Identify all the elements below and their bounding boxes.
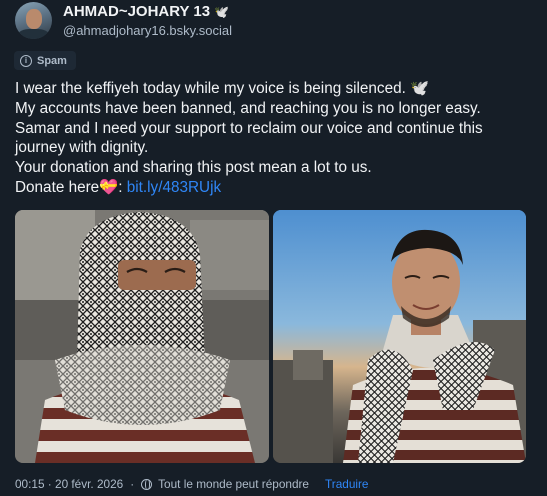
avatar-face [26, 9, 42, 29]
heart-gift-emoji-icon: 💝 [99, 178, 119, 196]
keffiyeh-portrait-image [15, 210, 269, 463]
post-image-keffiyeh[interactable] [15, 210, 269, 463]
display-name-text[interactable]: AHMAD~JOHARY 13 [63, 3, 210, 20]
smiling-portrait-image [273, 210, 526, 463]
translate-link[interactable]: Traduire [325, 477, 369, 491]
post-line: journey with dignity. [15, 139, 149, 157]
post-image-portrait[interactable] [273, 210, 526, 463]
donate-separator: : [118, 178, 123, 196]
info-icon: i [20, 54, 32, 67]
donate-prefix: Donate here [15, 178, 100, 196]
avatar-shirt [18, 29, 49, 39]
post-footer: 00:15 · 20 févr. 2026 · Tout le monde pe… [15, 476, 369, 492]
content-label-badge[interactable]: i Spam [14, 51, 76, 70]
post-line: Samar and I need your support to reclaim… [15, 119, 483, 137]
donate-line: Donate here💝: bit.ly/483RUjk [15, 178, 540, 198]
post-line: I wear the keffiyeh today while my voice… [15, 80, 430, 97]
post-line: My accounts have been banned, and reachi… [15, 99, 481, 117]
footer-separator: · [130, 477, 135, 491]
post-line: Your donation and sharing this post mean… [15, 159, 372, 177]
author-display-name[interactable]: AHMAD~JOHARY 13 🕊️ [63, 3, 229, 20]
author-handle[interactable]: @ahmadjohary16.bsky.social [63, 23, 232, 38]
author-avatar[interactable] [15, 2, 52, 39]
post-text: I wear the keffiyeh today while my voice… [15, 79, 540, 198]
reply-setting[interactable]: Tout le monde peut répondre [158, 477, 309, 491]
globe-icon [141, 478, 153, 490]
post-timestamp[interactable]: 00:15 · 20 févr. 2026 [15, 477, 123, 491]
dove-emoji-icon: 🕊️ [214, 5, 230, 19]
content-label-text: Spam [37, 54, 67, 67]
donation-link[interactable]: bit.ly/483RUjk [127, 179, 221, 196]
